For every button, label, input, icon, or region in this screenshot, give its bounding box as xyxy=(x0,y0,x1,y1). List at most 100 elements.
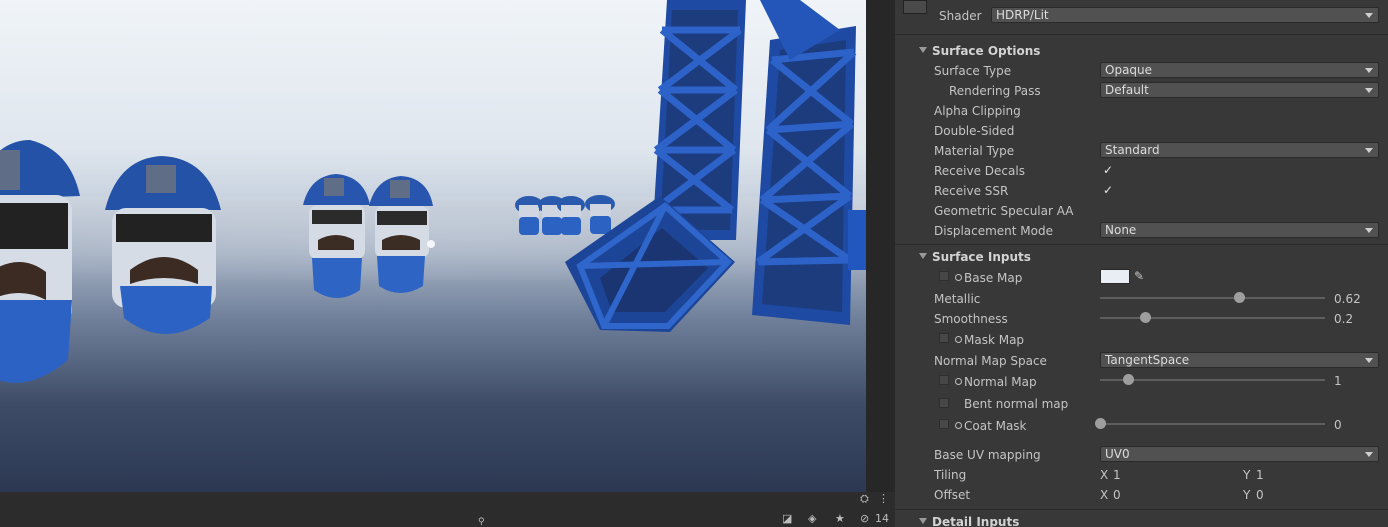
offset-label: Offset xyxy=(934,488,971,502)
scene-tools-icon[interactable]: ◪ xyxy=(782,513,792,525)
eyedropper-icon[interactable]: ✎ xyxy=(1134,269,1144,283)
base-map-color-swatch[interactable] xyxy=(1100,269,1130,284)
double-sided-label: Double-Sided xyxy=(934,124,1015,138)
character-left-edge xyxy=(0,140,80,383)
object-picker-icon[interactable] xyxy=(955,274,962,281)
character-near xyxy=(105,156,221,334)
displacement-mode-dropdown[interactable]: None xyxy=(1100,222,1379,238)
object-picker-icon[interactable] xyxy=(955,422,962,429)
more-icon[interactable]: ⋮ xyxy=(878,493,889,505)
shader-value: HDRP/Lit xyxy=(996,8,1049,22)
object-picker-icon[interactable] xyxy=(955,336,962,343)
chevron-down-icon xyxy=(1365,13,1373,18)
light-marker xyxy=(427,240,435,248)
detail-inputs-header[interactable]: Detail Inputs xyxy=(932,515,1019,527)
mask-map-label: Mask Map xyxy=(964,333,1025,347)
smoothness-value[interactable]: 0.2 xyxy=(1334,312,1353,326)
mask-map-texture-slot[interactable] xyxy=(939,333,949,343)
base-uv-mapping-value: UV0 xyxy=(1105,447,1130,461)
alpha-clipping-checkbox[interactable] xyxy=(1101,103,1113,115)
separator xyxy=(895,34,1388,35)
receive-decals-checkbox[interactable]: ✓ xyxy=(1103,164,1113,176)
material-preview-icon xyxy=(903,0,927,14)
surface-type-dropdown[interactable]: Opaque xyxy=(1100,62,1379,78)
metallic-label: Metallic xyxy=(934,292,981,306)
receive-ssr-label: Receive SSR xyxy=(934,184,1009,198)
chevron-down-icon xyxy=(1365,228,1373,233)
separator xyxy=(895,509,1388,510)
separator xyxy=(895,244,1388,245)
rendering-pass-dropdown[interactable]: Default xyxy=(1100,82,1379,98)
normal-map-slider-thumb[interactable] xyxy=(1122,374,1134,385)
foldout-arrow-icon[interactable] xyxy=(919,518,927,524)
base-map-texture-slot[interactable] xyxy=(939,271,949,281)
rendering-pass-value: Default xyxy=(1105,83,1149,97)
receive-decals-label: Receive Decals xyxy=(934,164,1025,178)
rendering-pass-label: Rendering Pass xyxy=(949,84,1041,98)
base-uv-mapping-label: Base UV mapping xyxy=(934,448,1041,462)
coat-mask-slider-thumb[interactable] xyxy=(1094,418,1106,429)
material-type-value: Standard xyxy=(1105,143,1160,157)
foldout-arrow-icon[interactable] xyxy=(919,47,927,53)
chevron-down-icon xyxy=(1365,452,1373,457)
metallic-value[interactable]: 0.62 xyxy=(1334,292,1361,306)
geometric-specular-aa-label: Geometric Specular AA xyxy=(934,204,1074,218)
visible-count: 14 xyxy=(875,512,889,525)
lock-icon[interactable]: ⛭ xyxy=(860,493,869,505)
tiling-y-label: Y xyxy=(1243,468,1251,482)
normal-map-space-dropdown[interactable]: TangentSpace xyxy=(1100,352,1379,368)
material-type-dropdown[interactable]: Standard xyxy=(1100,142,1379,158)
foldout-arrow-icon[interactable] xyxy=(919,253,927,259)
double-sided-checkbox[interactable] xyxy=(1101,123,1113,135)
bent-normal-map-label: Bent normal map xyxy=(964,397,1069,411)
metallic-slider-track[interactable] xyxy=(1100,297,1325,299)
offset-x-label: X xyxy=(1100,488,1109,502)
displacement-mode-value: None xyxy=(1105,223,1137,237)
normal-map-slider-track[interactable] xyxy=(1100,379,1325,381)
metallic-slider-thumb[interactable] xyxy=(1234,292,1245,303)
base-uv-mapping-dropdown[interactable]: UV0 xyxy=(1100,446,1379,462)
coat-mask-value[interactable]: 0 xyxy=(1334,418,1342,432)
offset-y-field[interactable]: 0 xyxy=(1256,488,1376,502)
chevron-down-icon xyxy=(1365,358,1373,363)
chevron-down-icon xyxy=(1365,148,1373,153)
scene-render xyxy=(0,0,866,383)
smoothness-slider-thumb[interactable] xyxy=(1139,312,1151,323)
receive-ssr-checkbox[interactable]: ✓ xyxy=(1103,184,1113,196)
normal-map-space-label: Normal Map Space xyxy=(934,354,1047,368)
normal-map-texture-slot[interactable] xyxy=(939,375,949,385)
alpha-clipping-label: Alpha Clipping xyxy=(934,104,1021,118)
smoothness-label: Smoothness xyxy=(934,312,1008,326)
surface-options-header[interactable]: Surface Options xyxy=(932,44,1040,58)
scene-view[interactable] xyxy=(0,0,866,492)
distant-characters xyxy=(515,195,615,235)
smoothness-slider-track[interactable] xyxy=(1100,317,1325,319)
shader-dropdown[interactable]: HDRP/Lit xyxy=(991,7,1379,23)
bent-normal-map-texture-slot[interactable] xyxy=(939,398,949,408)
tiling-x-label: X xyxy=(1100,468,1109,482)
tiling-x-field[interactable]: 1 xyxy=(1113,468,1233,482)
surface-type-value: Opaque xyxy=(1105,63,1153,77)
hidden-eye-icon[interactable]: ⊘ xyxy=(860,513,869,525)
geometric-specular-aa-checkbox[interactable] xyxy=(1101,203,1113,215)
character-mid-right xyxy=(369,176,433,293)
search-icon[interactable]: ⚲ xyxy=(478,516,485,527)
object-picker-icon[interactable] xyxy=(955,378,962,385)
surface-type-label: Surface Type xyxy=(934,64,1012,78)
displacement-mode-label: Displacement Mode xyxy=(934,224,1054,238)
chevron-down-icon xyxy=(1365,68,1373,73)
coat-mask-label: Coat Mask xyxy=(964,419,1027,433)
coat-mask-texture-slot[interactable] xyxy=(939,419,949,429)
panel-divider[interactable] xyxy=(866,0,895,492)
coat-mask-slider-track[interactable] xyxy=(1100,423,1325,425)
tiling-y-field[interactable]: 1 xyxy=(1256,468,1376,482)
tag-icon[interactable]: ◈ xyxy=(808,513,816,525)
tiling-label: Tiling xyxy=(934,468,967,482)
favorite-icon[interactable]: ★ xyxy=(835,513,845,525)
truss-structure xyxy=(565,0,866,332)
surface-inputs-header[interactable]: Surface Inputs xyxy=(932,250,1031,264)
chevron-down-icon xyxy=(1365,88,1373,93)
scene-toolbar: ⚲ ⛭ ⋮ ◪ ◈ ★ ⊘ 14 xyxy=(0,492,895,527)
offset-x-field[interactable]: 0 xyxy=(1113,488,1233,502)
normal-map-value[interactable]: 1 xyxy=(1334,374,1342,388)
